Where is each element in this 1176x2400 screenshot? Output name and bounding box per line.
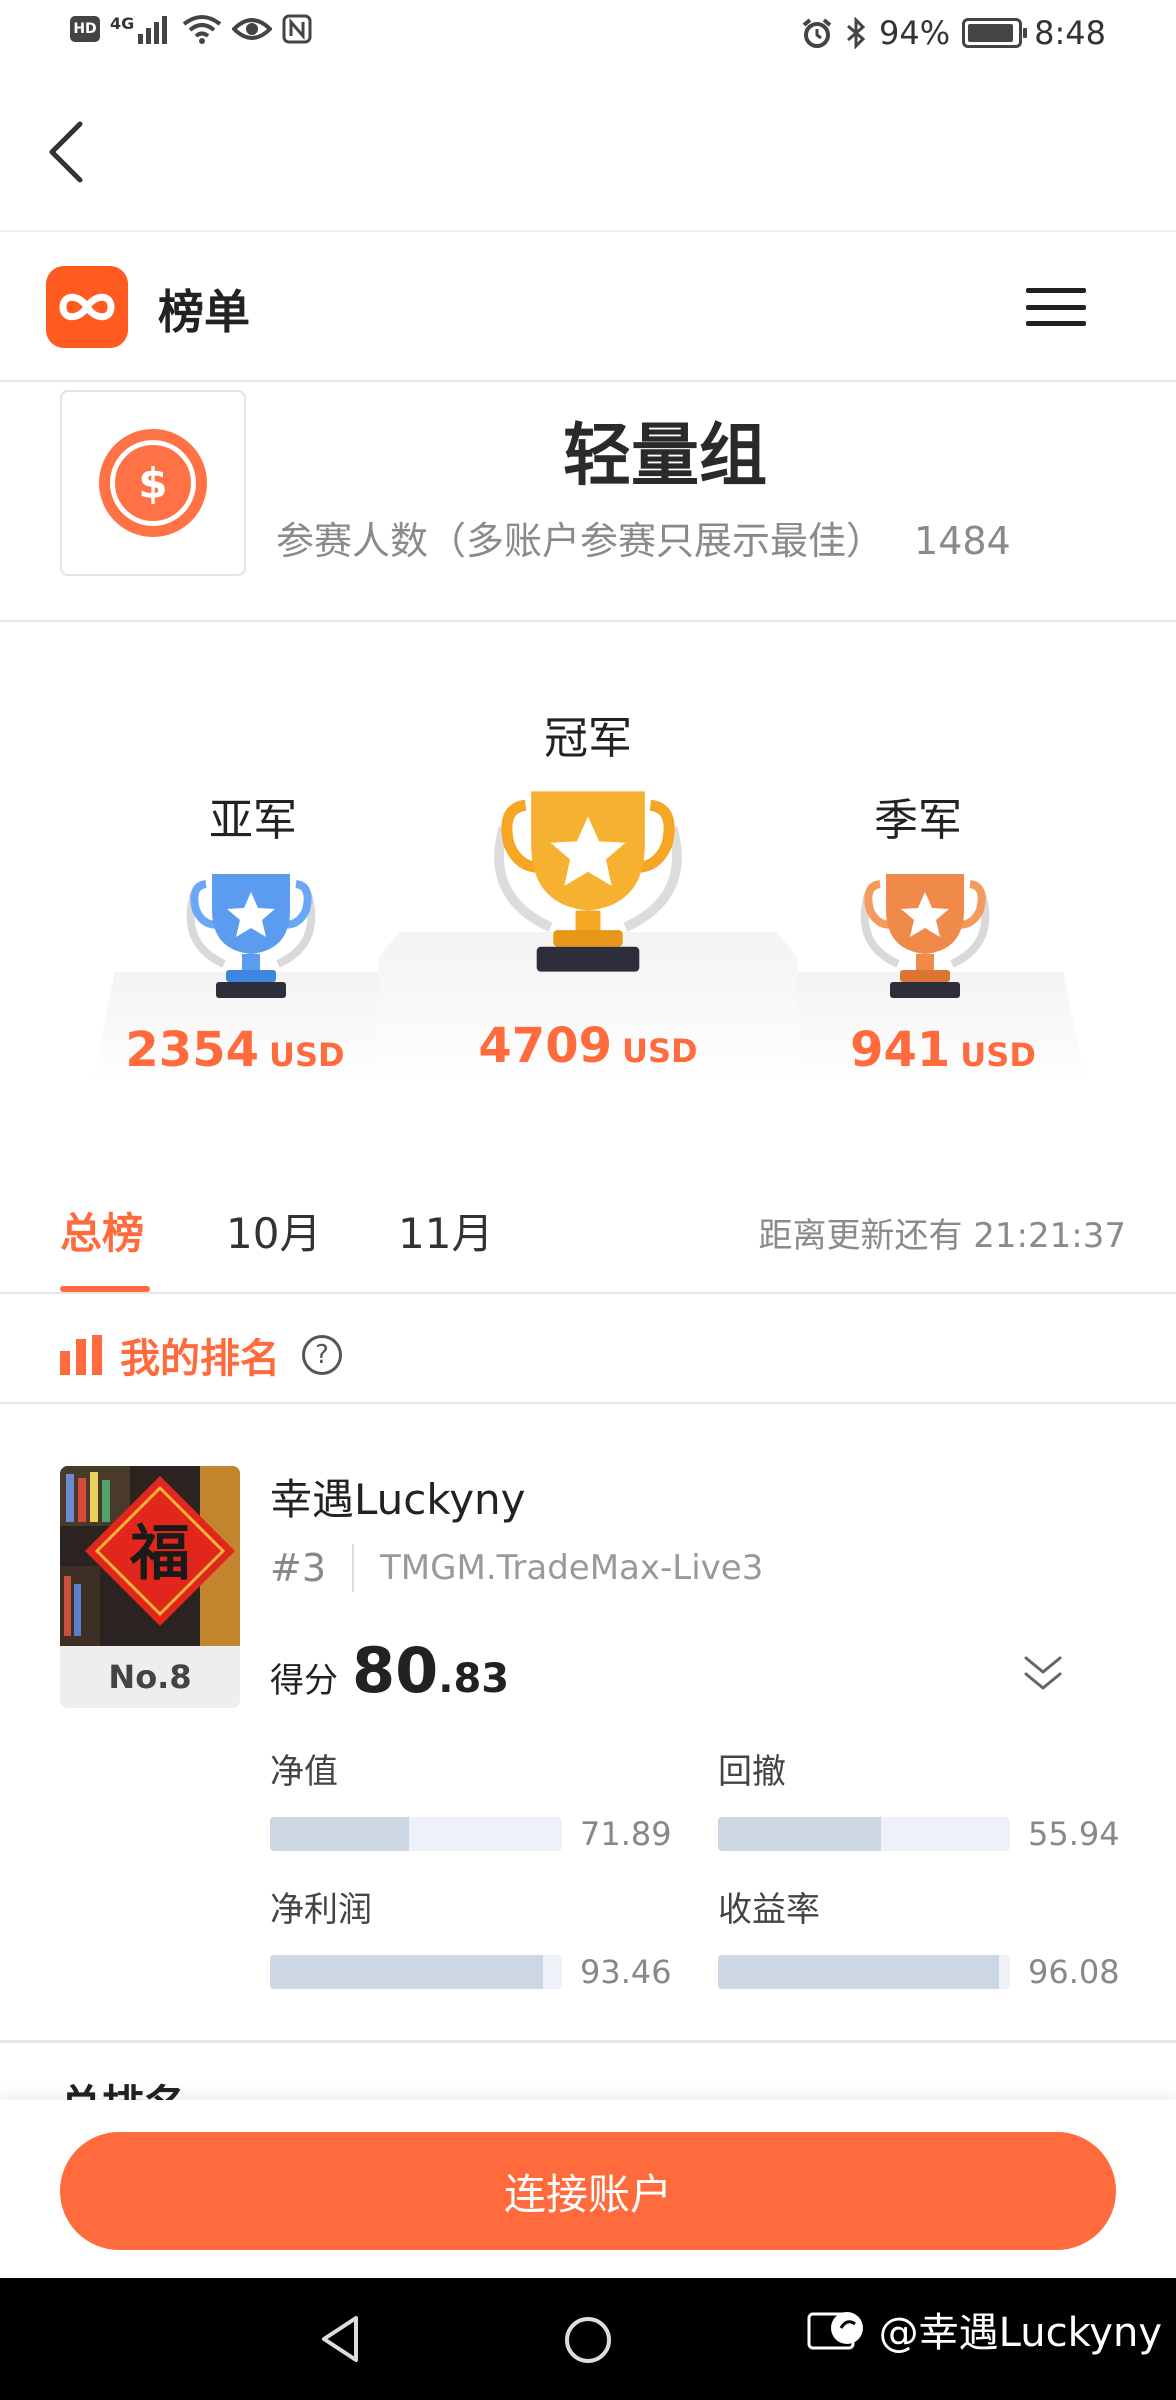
watermark: @幸遇Luckyny: [807, 2300, 1162, 2358]
infinity-icon: [59, 293, 115, 321]
my-rank-label: 我的排名: [120, 1336, 280, 1382]
nfc-icon: [282, 14, 312, 44]
bluetooth-icon: [847, 17, 866, 49]
app-logo: [46, 266, 128, 348]
hamburger-icon-line: [1026, 321, 1086, 326]
nav-back-icon[interactable]: [316, 2312, 364, 2366]
signal-icon: [138, 16, 168, 44]
metric-bar: [270, 1817, 562, 1851]
rank-badge: No.8: [60, 1646, 240, 1708]
metric-bar: [270, 1955, 562, 1989]
metric-return-rate: 收益率 96.08: [718, 1882, 1120, 1991]
hamburger-icon-line: [1026, 288, 1086, 293]
third-place-prize: 941 USD: [850, 1022, 1036, 1078]
menu-button[interactable]: [1024, 282, 1088, 332]
score-integer: 80: [352, 1634, 439, 1707]
battery-icon: [962, 18, 1028, 48]
watermark-text: @幸遇Luckyny: [878, 2310, 1162, 2356]
second-place-label: 亚军: [209, 795, 297, 846]
wifi-icon: [183, 15, 222, 44]
first-place-prize: 4709 USD: [478, 1018, 698, 1074]
avatar: 福: [60, 1466, 240, 1646]
divider: [0, 2040, 1176, 2043]
leaderboard-header: 榜单: [0, 232, 1176, 382]
bar-chart-icon: [60, 1335, 104, 1375]
score-decimal: .83: [438, 1656, 510, 1702]
metric-label: 收益率: [718, 1890, 820, 1930]
back-button[interactable]: [36, 112, 96, 192]
metric-value: 96.08: [1028, 1953, 1120, 1991]
tab-october[interactable]: 10月: [226, 1200, 321, 1261]
metric-net-value: 净值 71.89: [270, 1744, 672, 1853]
avatar-char: 福: [129, 1519, 190, 1589]
back-arrow-icon: [49, 121, 83, 183]
tab-november[interactable]: 11月: [398, 1200, 493, 1261]
silver-trophy-icon: [186, 874, 316, 998]
active-tab-indicator: [60, 1286, 150, 1292]
network-type-label: 4G: [110, 14, 135, 33]
status-bar: HD 4G 94% 8:48: [0, 0, 1176, 72]
battery-percent: 94%: [879, 14, 951, 52]
weibo-logo-icon: [807, 2312, 863, 2350]
account-server: TMGM.TradeMax-Live3: [380, 1548, 764, 1588]
metric-label: 净利润: [270, 1890, 372, 1930]
page-title: 榜单: [158, 285, 250, 339]
metric-drawdown: 回撤 55.94: [718, 1744, 1120, 1853]
nav-home-icon[interactable]: [562, 2314, 614, 2366]
participants-count: 1484: [914, 519, 1011, 563]
second-place-prize: 2354 USD: [125, 1022, 345, 1078]
first-place-label: 冠军: [544, 713, 632, 764]
my-rank-section: 我的排名 ?: [0, 1296, 1176, 1404]
alarm-icon: [802, 18, 832, 48]
status-left: HD 4G: [70, 14, 312, 44]
meta-divider: [352, 1544, 355, 1592]
third-place-label: 季军: [874, 795, 962, 846]
score: 得分 80.83: [270, 1634, 509, 1707]
metric-value: 55.94: [1028, 1815, 1120, 1853]
update-countdown: 距离更新还有 21:21:37: [758, 1216, 1126, 1256]
metric-bar: [718, 1955, 1010, 1989]
metric-bar: [718, 1817, 1010, 1851]
metric-net-profit: 净利润 93.46: [270, 1882, 672, 1991]
user-position: #3: [270, 1546, 327, 1590]
period-tabs: 总榜 10月 11月 距离更新还有 21:21:37: [0, 1140, 1176, 1294]
gold-trophy-icon: [494, 791, 682, 972]
my-rank-header: 我的排名 ?: [60, 1326, 342, 1384]
metric-value: 71.89: [580, 1815, 672, 1853]
status-right: 94% 8:48: [801, 14, 1106, 52]
metric-value: 93.46: [580, 1953, 672, 1991]
participants-label: 参赛人数（多账户参赛只展示最佳）: [276, 519, 885, 563]
user-meta: #3 TMGM.TradeMax-Live3: [270, 1544, 763, 1592]
expand-chevron-icon[interactable]: [1018, 1652, 1068, 1696]
group-title: 轻量组: [562, 417, 767, 496]
help-icon[interactable]: ?: [302, 1335, 342, 1375]
metric-label: 净值: [270, 1752, 338, 1792]
hd-icon: HD: [70, 16, 100, 42]
nav-bar: [0, 72, 1176, 232]
user-name: 幸遇Luckyny: [270, 1475, 526, 1524]
connect-account-button[interactable]: 连接账户: [60, 2132, 1116, 2250]
avatar-image: 福: [60, 1466, 240, 1646]
podium: 亚军 2354 USD 冠军 4709 USD 季军 941 USD: [0, 622, 1176, 1102]
participants-info: 参赛人数（多账户参赛只展示最佳） 1484: [276, 510, 1011, 565]
metric-label: 回撤: [718, 1752, 786, 1792]
tab-overall[interactable]: 总榜: [60, 1200, 144, 1261]
score-label: 得分: [270, 1661, 338, 1701]
bronze-trophy-icon: [860, 874, 990, 998]
hamburger-icon-line: [1026, 304, 1086, 310]
eye-icon: [232, 18, 273, 40]
clock: 8:48: [1034, 14, 1106, 52]
